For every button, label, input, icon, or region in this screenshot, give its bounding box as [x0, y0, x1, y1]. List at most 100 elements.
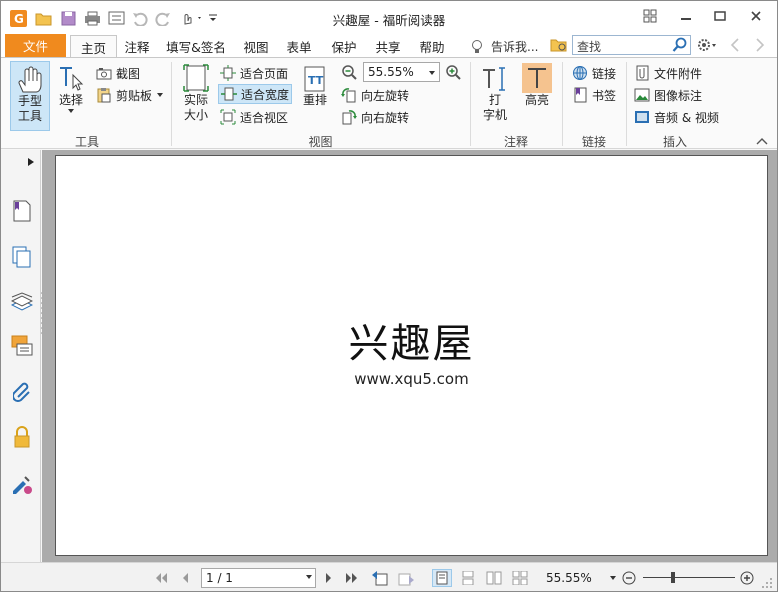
redo-icon[interactable] — [154, 9, 172, 27]
close-icon[interactable] — [745, 6, 767, 26]
clipboard-button[interactable]: 剪贴板 — [96, 85, 164, 105]
undo-icon[interactable] — [131, 9, 149, 27]
tab-help[interactable]: 帮助 — [414, 35, 450, 57]
document-viewport[interactable]: 兴趣屋 www.xqu5.com — [42, 150, 777, 562]
hand-tool-button[interactable]: 手型 工具 — [10, 61, 50, 131]
tab-share[interactable]: 共享 — [370, 35, 406, 57]
paperclip-icon — [634, 65, 650, 81]
expand-panel-icon[interactable] — [27, 156, 35, 170]
properties-icon[interactable] — [107, 9, 125, 27]
tab-protect[interactable]: 保护 — [326, 35, 362, 57]
bookmarks-panel-icon[interactable] — [11, 200, 33, 222]
next-view-icon[interactable] — [396, 569, 416, 587]
app-logo-icon[interactable]: G — [9, 9, 27, 27]
back-arrow-icon[interactable] — [730, 38, 740, 55]
link-button[interactable]: 链接 — [572, 63, 616, 83]
fit-page-button[interactable]: 适合页面 — [220, 63, 288, 83]
facing-view-icon[interactable] — [484, 569, 504, 587]
actual-size-button[interactable]: 实际 大小 — [178, 61, 214, 131]
pages-panel-icon[interactable] — [11, 246, 33, 268]
image-annotation-button[interactable]: 图像标注 — [634, 85, 702, 105]
settings-gear-icon[interactable] — [696, 37, 718, 56]
customize-toolbar-icon[interactable] — [207, 9, 219, 27]
previous-page-icon[interactable] — [177, 569, 193, 587]
highlight-button[interactable]: 高亮 — [520, 61, 554, 131]
tab-comment[interactable]: 注释 — [119, 35, 155, 57]
comments-panel-icon[interactable] — [11, 335, 33, 357]
hand-icon — [17, 66, 43, 94]
fit-width-button[interactable]: 适合宽度 — [218, 84, 293, 104]
search-icon[interactable] — [672, 37, 688, 56]
fit-visible-button[interactable]: 适合视区 — [220, 107, 288, 127]
previous-view-icon[interactable] — [370, 569, 390, 587]
next-page-icon[interactable] — [321, 569, 337, 587]
bookmark-button[interactable]: 书签 — [572, 85, 616, 105]
rotate-left-icon — [341, 87, 357, 103]
search-folder-icon[interactable] — [550, 37, 568, 56]
svg-text:G: G — [14, 12, 24, 26]
save-icon[interactable] — [59, 9, 77, 27]
rotate-left-button[interactable]: 向左旋转 — [341, 85, 409, 105]
document-page[interactable]: 兴趣屋 www.xqu5.com — [55, 155, 768, 556]
audio-video-label: 音频 & 视频 — [654, 110, 719, 125]
zoom-dropdown-icon — [429, 71, 435, 75]
signatures-panel-icon[interactable] — [11, 473, 33, 495]
fit-visible-icon — [220, 109, 236, 125]
single-page-view-icon[interactable] — [432, 569, 452, 587]
tell-me-box[interactable]: 告诉我... — [471, 37, 538, 55]
app-window: G 兴趣屋 - 福昕阅读器 文件 主页 注释 填写&签名 视图 表单 保护 共享… — [0, 0, 778, 592]
collapse-ribbon-icon[interactable] — [756, 134, 768, 148]
touch-mode-icon[interactable] — [181, 9, 205, 27]
fit-width-label: 适合宽度 — [241, 87, 290, 102]
window-resize-grip[interactable] — [761, 577, 773, 592]
layout-grid-icon[interactable] — [639, 6, 661, 26]
highlight-icon — [522, 63, 552, 93]
maximize-icon[interactable] — [709, 6, 731, 26]
file-menu-button[interactable]: 文件 — [5, 34, 66, 57]
layers-panel-icon[interactable] — [11, 291, 33, 313]
links-group-label: 链接 — [581, 135, 606, 149]
snapshot-button[interactable]: 截图 — [96, 63, 140, 83]
zoom-slider-thumb[interactable] — [670, 572, 675, 583]
select-dropdown-icon — [68, 109, 74, 113]
audio-video-button[interactable]: 音频 & 视频 — [634, 107, 719, 127]
zoom-in-icon[interactable] — [445, 64, 461, 83]
continuous-facing-view-icon[interactable] — [510, 569, 530, 587]
select-tool-button[interactable]: 选择 — [55, 61, 87, 131]
open-folder-icon[interactable] — [35, 9, 53, 27]
zoom-in-status-icon[interactable] — [739, 569, 755, 587]
print-icon[interactable] — [83, 9, 101, 27]
page-dropdown-icon — [306, 575, 312, 579]
search-placeholder: 查找 — [577, 40, 602, 54]
forward-arrow-icon[interactable] — [755, 38, 765, 55]
rotate-right-button[interactable]: 向右旋转 — [341, 107, 409, 127]
search-input[interactable]: 查找 — [572, 35, 691, 55]
page-number-input[interactable]: 1 / 1 — [201, 568, 316, 588]
zoom-select[interactable]: 55.55% — [363, 62, 440, 82]
typewriter-button[interactable]: 打 字机 — [478, 61, 512, 131]
tab-form[interactable]: 表单 — [281, 35, 317, 57]
zoom-out-status-icon[interactable] — [621, 569, 637, 587]
zoom-out-icon[interactable] — [341, 64, 357, 83]
last-page-icon[interactable] — [344, 569, 360, 587]
zoom-slider-track[interactable] — [643, 572, 735, 583]
zoom-level-text[interactable]: 55.55% — [546, 569, 606, 587]
comment-group-label: 注释 — [503, 135, 528, 149]
security-panel-icon[interactable] — [11, 426, 33, 448]
group-separator — [562, 62, 563, 146]
tab-home[interactable]: 主页 — [70, 35, 117, 58]
tab-fill-sign[interactable]: 填写&签名 — [161, 35, 231, 57]
first-page-icon[interactable] — [153, 569, 169, 587]
typewriter-label-2: 字机 — [482, 108, 507, 122]
tools-group-label: 工具 — [74, 135, 99, 149]
group-separator — [470, 62, 471, 146]
reflow-button[interactable]: TT 重排 — [299, 61, 331, 131]
attachments-panel-icon[interactable] — [11, 380, 33, 402]
fit-page-label: 适合页面 — [240, 66, 289, 81]
continuous-view-icon[interactable] — [458, 569, 478, 587]
tab-view[interactable]: 视图 — [238, 35, 274, 57]
zoom-level-dropdown-icon[interactable] — [608, 569, 618, 587]
minimize-icon[interactable] — [675, 6, 697, 26]
clipboard-label: 剪贴板 — [116, 88, 153, 103]
file-attachment-button[interactable]: 文件附件 — [634, 63, 702, 83]
